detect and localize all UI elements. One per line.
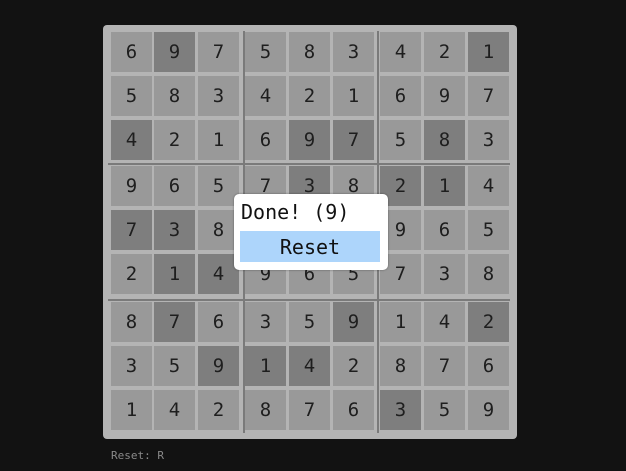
sudoku-cell-r3-c7[interactable]: 5: [380, 120, 421, 160]
keyboard-hint: Reset: R: [111, 449, 164, 462]
sudoku-cell-r2-c2[interactable]: 8: [154, 76, 195, 116]
completion-dialog: Done! (9) Reset: [234, 194, 388, 270]
sudoku-cell-r7-c6[interactable]: 9: [333, 302, 374, 342]
sudoku-cell-r1-c3[interactable]: 7: [198, 32, 239, 72]
sudoku-cell-r2-c9[interactable]: 7: [468, 76, 509, 116]
sudoku-cell-r2-c3[interactable]: 3: [198, 76, 239, 116]
sudoku-cell-r1-c2[interactable]: 9: [154, 32, 195, 72]
box-divider-horizontal-1: [108, 163, 510, 165]
sudoku-cell-r7-c4[interactable]: 3: [245, 302, 286, 342]
sudoku-cell-r9-c6[interactable]: 6: [333, 390, 374, 430]
sudoku-cell-r5-c2[interactable]: 3: [154, 210, 195, 250]
sudoku-cell-r8-c4[interactable]: 1: [245, 346, 286, 386]
box-divider-horizontal-2: [108, 299, 510, 301]
sudoku-cell-r4-c8[interactable]: 1: [424, 166, 465, 206]
sudoku-cell-r1-c1[interactable]: 6: [111, 32, 152, 72]
sudoku-cell-r8-c9[interactable]: 6: [468, 346, 509, 386]
sudoku-cell-r4-c9[interactable]: 4: [468, 166, 509, 206]
sudoku-cell-r9-c9[interactable]: 9: [468, 390, 509, 430]
sudoku-cell-r8-c7[interactable]: 8: [380, 346, 421, 386]
sudoku-cell-r3-c2[interactable]: 2: [154, 120, 195, 160]
sudoku-cell-r2-c5[interactable]: 2: [289, 76, 330, 116]
sudoku-cell-r2-c4[interactable]: 4: [245, 76, 286, 116]
sudoku-cell-r4-c2[interactable]: 6: [154, 166, 195, 206]
sudoku-cell-r1-c4[interactable]: 5: [245, 32, 286, 72]
sudoku-cell-r1-c7[interactable]: 4: [380, 32, 421, 72]
sudoku-cell-r2-c6[interactable]: 1: [333, 76, 374, 116]
sudoku-cell-r2-c7[interactable]: 6: [380, 76, 421, 116]
sudoku-cell-r3-c5[interactable]: 9: [289, 120, 330, 160]
sudoku-cell-r3-c4[interactable]: 6: [245, 120, 286, 160]
sudoku-cell-r8-c6[interactable]: 2: [333, 346, 374, 386]
sudoku-cell-r3-c9[interactable]: 3: [468, 120, 509, 160]
sudoku-cell-r7-c5[interactable]: 5: [289, 302, 330, 342]
sudoku-cell-r9-c7[interactable]: 3: [380, 390, 421, 430]
sudoku-cell-r4-c3[interactable]: 5: [198, 166, 239, 206]
sudoku-cell-r3-c8[interactable]: 8: [424, 120, 465, 160]
sudoku-cell-r1-c8[interactable]: 2: [424, 32, 465, 72]
sudoku-cell-r6-c8[interactable]: 3: [424, 254, 465, 294]
sudoku-cell-r9-c2[interactable]: 4: [154, 390, 195, 430]
sudoku-cell-r2-c1[interactable]: 5: [111, 76, 152, 116]
sudoku-cell-r5-c1[interactable]: 7: [111, 210, 152, 250]
sudoku-cell-r5-c3[interactable]: 8: [198, 210, 239, 250]
sudoku-cell-r8-c8[interactable]: 7: [424, 346, 465, 386]
sudoku-cell-r6-c3[interactable]: 4: [198, 254, 239, 294]
sudoku-cell-r1-c6[interactable]: 3: [333, 32, 374, 72]
sudoku-cell-r7-c1[interactable]: 8: [111, 302, 152, 342]
sudoku-cell-r9-c5[interactable]: 7: [289, 390, 330, 430]
sudoku-cell-r9-c3[interactable]: 2: [198, 390, 239, 430]
sudoku-cell-r2-c8[interactable]: 9: [424, 76, 465, 116]
sudoku-cell-r8-c3[interactable]: 9: [198, 346, 239, 386]
sudoku-cell-r7-c7[interactable]: 1: [380, 302, 421, 342]
sudoku-cell-r9-c4[interactable]: 8: [245, 390, 286, 430]
sudoku-cell-r6-c2[interactable]: 1: [154, 254, 195, 294]
reset-button[interactable]: Reset: [240, 231, 380, 262]
sudoku-cell-r7-c3[interactable]: 6: [198, 302, 239, 342]
sudoku-cell-r1-c9[interactable]: 1: [468, 32, 509, 72]
sudoku-cell-r1-c5[interactable]: 8: [289, 32, 330, 72]
sudoku-cell-r8-c2[interactable]: 5: [154, 346, 195, 386]
sudoku-cell-r8-c1[interactable]: 3: [111, 346, 152, 386]
sudoku-cell-r3-c3[interactable]: 1: [198, 120, 239, 160]
sudoku-cell-r3-c1[interactable]: 4: [111, 120, 152, 160]
sudoku-cell-r5-c9[interactable]: 5: [468, 210, 509, 250]
sudoku-cell-r6-c1[interactable]: 2: [111, 254, 152, 294]
sudoku-cell-r6-c9[interactable]: 8: [468, 254, 509, 294]
sudoku-cell-r7-c8[interactable]: 4: [424, 302, 465, 342]
sudoku-cell-r9-c8[interactable]: 5: [424, 390, 465, 430]
sudoku-cell-r8-c5[interactable]: 4: [289, 346, 330, 386]
sudoku-cell-r5-c8[interactable]: 6: [424, 210, 465, 250]
sudoku-cell-r3-c6[interactable]: 7: [333, 120, 374, 160]
sudoku-cell-r4-c1[interactable]: 9: [111, 166, 152, 206]
sudoku-cell-r7-c9[interactable]: 2: [468, 302, 509, 342]
completion-message: Done! (9): [241, 200, 350, 224]
sudoku-cell-r7-c2[interactable]: 7: [154, 302, 195, 342]
sudoku-cell-r9-c1[interactable]: 1: [111, 390, 152, 430]
